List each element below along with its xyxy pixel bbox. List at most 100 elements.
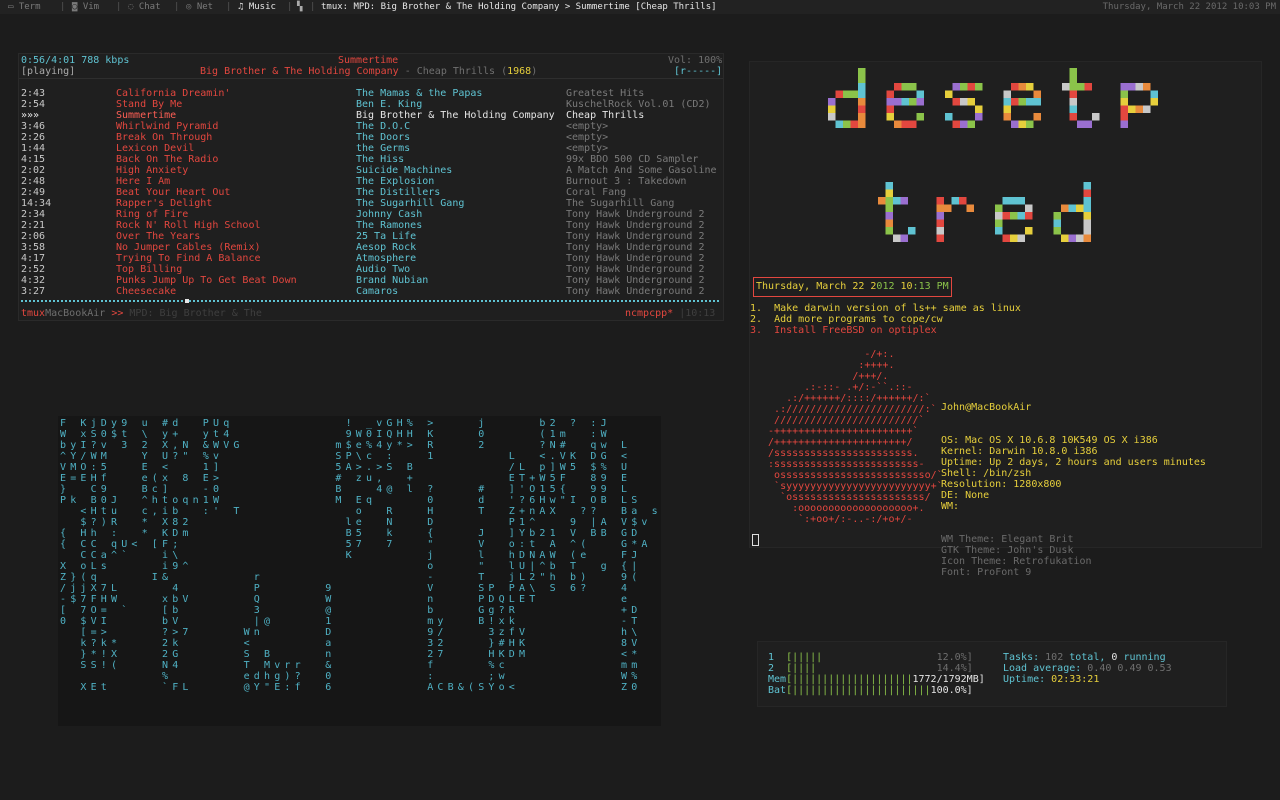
track-duration: 3:46 (21, 121, 46, 132)
divider (19, 78, 723, 79)
track-duration: 2:54 (21, 99, 46, 110)
desktop-logo-art (828, 68, 1158, 242)
logo-pixel (1128, 105, 1136, 113)
track-title: Whirlwind Pyramid (116, 121, 219, 132)
apple-ascii-art: -/+:. :++++. /+++/. .:-::- .+/:-``.::- .… (768, 349, 943, 525)
logo-pixel (1084, 120, 1092, 128)
progress-knob[interactable] (185, 299, 189, 303)
playlist-row[interactable]: 3:46 Whirlwind Pyramid The D.O.C <empty> (19, 121, 723, 132)
playlist-row[interactable]: 2:26 Break On Through The Doors <empty> (19, 132, 723, 143)
logo-pixel (966, 204, 974, 212)
logo-pixel (1083, 227, 1091, 235)
logo-pixel (1018, 83, 1026, 91)
logo-pixel (909, 83, 917, 91)
logo-pixel (1010, 234, 1018, 242)
track-duration: 4:15 (21, 154, 46, 165)
playlist-row[interactable]: 14:34 Rapper's Delight The Sugarhill Gang T… (19, 198, 723, 209)
playlist-row[interactable]: 2:49 Beat Your Heart Out The Distillers Cor… (19, 187, 723, 198)
track-artist: Atmosphere (356, 253, 417, 264)
logo-pixel (893, 234, 901, 242)
playlist-row[interactable]: 3:27 Cheesecake Camaros Tony Hawk Undergrou… (19, 286, 723, 297)
tab-music[interactable]: ♫ Music (238, 1, 276, 13)
todo-list: 1. Make darwin version of ls++ same as l… (750, 303, 1021, 336)
tab-separator: | (60, 2, 66, 12)
playlist-row[interactable]: 2:21 Rock N' Roll High School The Ramones T… (19, 220, 723, 231)
sys-info-line: WM Theme: Elegant Brit (941, 534, 1074, 545)
logo-pixel (1120, 120, 1128, 128)
playlist-row[interactable]: 2:52 Top Billing Audio Two Tony Hawk Underg… (19, 264, 723, 275)
logo-pixel (901, 83, 909, 91)
playlist-row[interactable]: 2:06 Over The Years 25 Ta Life Tony Hawk Un… (19, 231, 723, 242)
track-title: Over The Years (116, 231, 201, 242)
network-icon: ◎ (186, 2, 197, 12)
logo-pixel (1092, 113, 1100, 121)
playlist-row[interactable]: 4:15 Back On The Radio The Hiss 99x BDO 500… (19, 154, 723, 165)
track-duration: 2:52 (21, 264, 46, 275)
logo-pixel (858, 83, 866, 91)
playlist-row[interactable]: 2:02 High Anxiety Suicide Machines A Match … (19, 165, 723, 176)
logo-pixel (1069, 98, 1077, 106)
info-terminal[interactable]: Thursday, March 22 2012 10:13 PM 1. Make… (749, 61, 1262, 578)
playlist-row[interactable]: 1:44 Lexicon Devil the Germs <empty> (19, 143, 723, 154)
playlist-row[interactable]: »»» Summertime Big Brother & The Holding C… (19, 110, 723, 121)
tab-chat[interactable]: ◌ Chat (128, 1, 161, 13)
logo-pixel (1083, 197, 1091, 205)
track-album: KuschelRock Vol.01 (CD2) (566, 99, 711, 110)
logo-pixel (1128, 83, 1136, 91)
track-duration: 3:27 (21, 286, 46, 297)
playlist-row[interactable]: 2:48 Here I Am The Explosion Burnout 3 : Ta… (19, 176, 723, 187)
logo-pixel (1069, 75, 1077, 83)
logo-pixel (952, 120, 960, 128)
logo-pixel (843, 90, 851, 98)
playlist-row[interactable]: 2:43 California Dreamin' The Mamas & the P… (19, 88, 723, 99)
track-artist: The Hiss (356, 154, 405, 165)
logo-pixel (843, 120, 851, 128)
track-artist: Ben E. King (356, 99, 423, 110)
logo-pixel (885, 227, 893, 235)
tmux-status-left: tmuxMacBookAir >> MPD: Big Brother & The (21, 308, 262, 319)
logo-pixel (960, 83, 968, 91)
htop-monitor[interactable]: 1 [||||| 12.0%] 2 [|||| 14.4%] Mem[|||||… (757, 641, 1227, 707)
tab-net[interactable]: ◎ Net (186, 1, 213, 13)
track-duration: 4:32 (21, 275, 46, 286)
text-cursor[interactable] (752, 534, 759, 546)
logo-pixel (858, 75, 866, 83)
logo-pixel (1025, 204, 1033, 212)
logo-pixel (858, 105, 866, 113)
logo-pixel (858, 113, 866, 121)
logo-pixel (960, 98, 968, 106)
tab-term[interactable]: ▭ Term (8, 1, 41, 13)
playlist-row[interactable]: 4:17 Trying To Find A Balance Atmosphere To… (19, 253, 723, 264)
logo-pixel (1017, 197, 1025, 205)
logo-pixel (1120, 105, 1128, 113)
logo-pixel (1018, 98, 1026, 106)
playlist-row[interactable]: 2:34 Ring of Fire Johnny Cash Tony Hawk Und… (19, 209, 723, 220)
matrix-column: s (651, 506, 658, 517)
track-duration: 2:21 (21, 220, 46, 231)
clock-date: Thursday, March 22 2012 10:03 PM (1102, 2, 1276, 12)
logo-pixel (1083, 234, 1091, 242)
logo-pixel (858, 98, 866, 106)
logo-pixel (1033, 113, 1041, 121)
playlist-row[interactable]: 4:32 Punks Jump Up To Get Beat Down Brand … (19, 275, 723, 286)
playlist-row[interactable]: 2:54 Stand By Me Ben E. King KuschelRock Vo… (19, 99, 723, 110)
logo-pixel (1143, 83, 1151, 91)
track-album: Coral Fang (566, 187, 627, 198)
logo-pixel (945, 113, 953, 121)
logo-pixel (893, 197, 901, 205)
logo-pixel (828, 105, 836, 113)
logo-pixel (936, 234, 944, 242)
track-album: <empty> (566, 143, 609, 154)
tab-vim[interactable]: ◙ Vim (72, 1, 99, 13)
track-album: Tony Hawk Underground 2 (566, 253, 705, 264)
playlist-row[interactable]: 3:58 No Jumper Cables (Remix) Aesop Rock To… (19, 242, 723, 253)
logo-pixel (900, 234, 908, 242)
track-album: <empty> (566, 121, 609, 132)
track-duration: 2:26 (21, 132, 46, 143)
logo-pixel (1068, 234, 1076, 242)
sys-info-line: Kernel: Darwin 10.8.0 i386 (941, 446, 1098, 457)
ncmpcpp-player[interactable]: 0:56/4:01 788 kbps Summertime Vol: 100% … (18, 53, 724, 321)
track-album: Tony Hawk Underground 2 (566, 264, 705, 275)
progress-bar[interactable] (21, 299, 721, 303)
track-title: Summertime (116, 110, 177, 121)
